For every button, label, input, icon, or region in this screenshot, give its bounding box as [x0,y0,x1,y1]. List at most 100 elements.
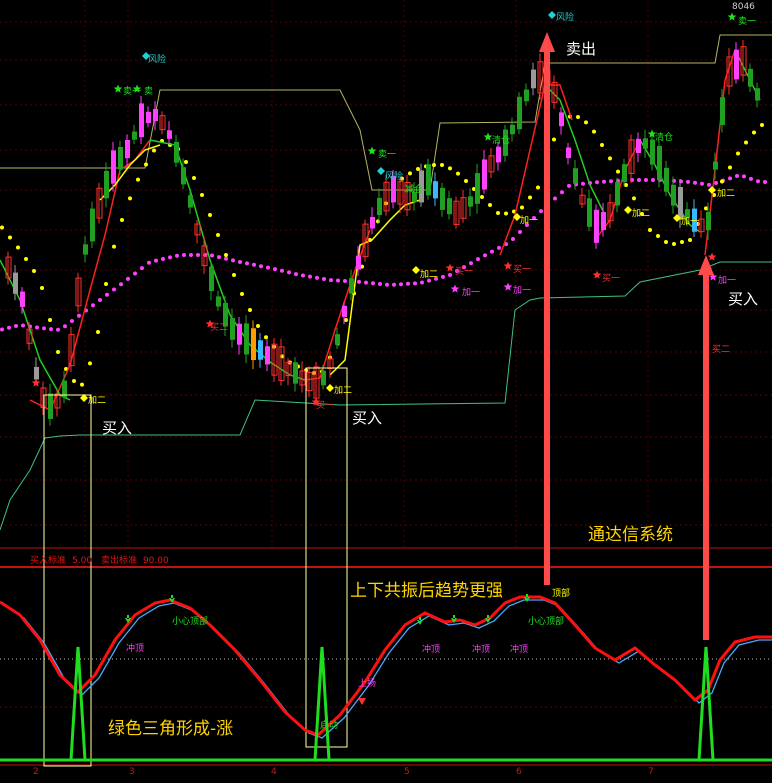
signal-label: 加一 [462,288,481,298]
fast-ma-dot [624,183,628,187]
slow-ma-dot [224,256,228,261]
slow-ma-dot [441,274,445,279]
fast-ma-dot [264,335,268,340]
slow-ma-dot [77,313,81,318]
oscillator-header: 买入标准 5.00 卖出标准 90.00 [30,553,175,566]
indicator-lines [0,34,772,531]
fast-ma-dot [504,211,508,216]
signal-arrow-head [539,32,555,52]
lower-boundary-line [0,261,772,531]
slow-ma-dot [231,258,235,263]
slow-ma-dot [0,327,4,332]
slow-ma-dot [210,253,214,258]
slow-ma-dot [651,178,655,182]
signal-label: 加二 [420,270,439,280]
slow-ma-dot [49,327,53,332]
slow-ma-dot [581,181,585,186]
candle-body [510,124,515,135]
fast-ma-dot [456,171,460,176]
candle-body [601,212,606,231]
candle-body [356,255,361,270]
price-label: 8046 [732,2,755,12]
slow-ma-dot [280,268,284,273]
fast-ma-dot [96,330,100,334]
diamond-marker [326,384,334,392]
candle-body [643,138,648,149]
fast-ma-dot [464,179,468,183]
candle-body [475,173,480,204]
highlight-box [43,394,92,767]
slow-ma-dot [126,276,130,281]
signal-label: 卖 [144,87,154,97]
slow-ma-dot [476,257,480,262]
slow-ma-dot [308,274,312,279]
sell-annotation: 卖出 [566,40,597,58]
candle-body [237,323,242,345]
candle-body [482,159,487,190]
slow-ma-dot [420,280,424,285]
fast-ma-dot [648,228,652,232]
x-tick: 6 [516,767,522,777]
candle-body [251,328,256,361]
slow-ma-dot [315,275,319,280]
candle-body [209,266,214,292]
slow-ma-dot [287,270,291,275]
candle-body [468,196,473,207]
fast-ma-dot [112,244,116,249]
signal-label: 加二 [334,386,353,396]
slow-ma-dot [399,282,403,287]
slow-ma-dot [735,174,739,178]
slow-ma-dot [105,292,109,297]
fast-ma-dot [224,253,228,257]
candle-body [181,167,186,185]
fast-ma-dot [600,143,604,147]
star-marker [31,378,41,387]
buy-standard-value: 5.00 [72,556,93,566]
candle-body [230,318,235,340]
slow-ma-dot [406,281,410,286]
small-arrow-marker [358,698,366,705]
slow-ma-dot [490,249,494,254]
candle-body [104,170,109,199]
triangle-annotation: 绿色三角形成-涨 [108,719,234,739]
slow-ma-dot [518,230,522,234]
fast-ma-dot [720,179,724,184]
signal-arrow-shaft [544,50,550,585]
candle-body [349,278,354,294]
star-marker [503,282,513,291]
candle-body [559,112,564,127]
fast-ma-dot [760,123,764,127]
fast-ma-dot [184,160,188,164]
green-spike [69,646,87,761]
system-annotation: 通达信系统 [588,525,673,545]
fast-ma-dot [592,129,596,134]
signal-label: 卖一 [123,87,142,97]
fast-ma-dot [632,196,636,201]
candle-body [13,272,18,294]
slow-ma-dot [602,179,606,184]
fast-ma-dot [680,240,684,244]
fast-ma-dot [496,211,500,215]
signal-label: 减仓 [405,185,424,195]
candle-body [188,195,193,208]
candle-body [293,362,298,384]
fast-ma-dot [208,213,212,217]
buy-annotation: 买入 [728,290,759,308]
slow-ma-dot [553,196,557,201]
star-marker [707,252,717,261]
candle-body [433,181,438,199]
signal-label: 风险 [148,55,167,65]
slow-ma-dot [301,273,305,278]
slow-ma-dot [595,180,599,185]
slow-ma-dot [189,253,193,257]
fast-ma-dot [200,193,204,197]
fast-ma-dot [528,195,532,200]
slow-ma-dot [413,281,417,286]
x-tick: 5 [404,767,410,777]
star-marker [483,132,493,141]
fast-ma-dot [216,233,220,237]
candle-body [125,139,130,159]
buy-annotation: 买入 [352,409,383,427]
slow-ma-dot [182,253,186,257]
fast-ma-dot [0,225,4,230]
